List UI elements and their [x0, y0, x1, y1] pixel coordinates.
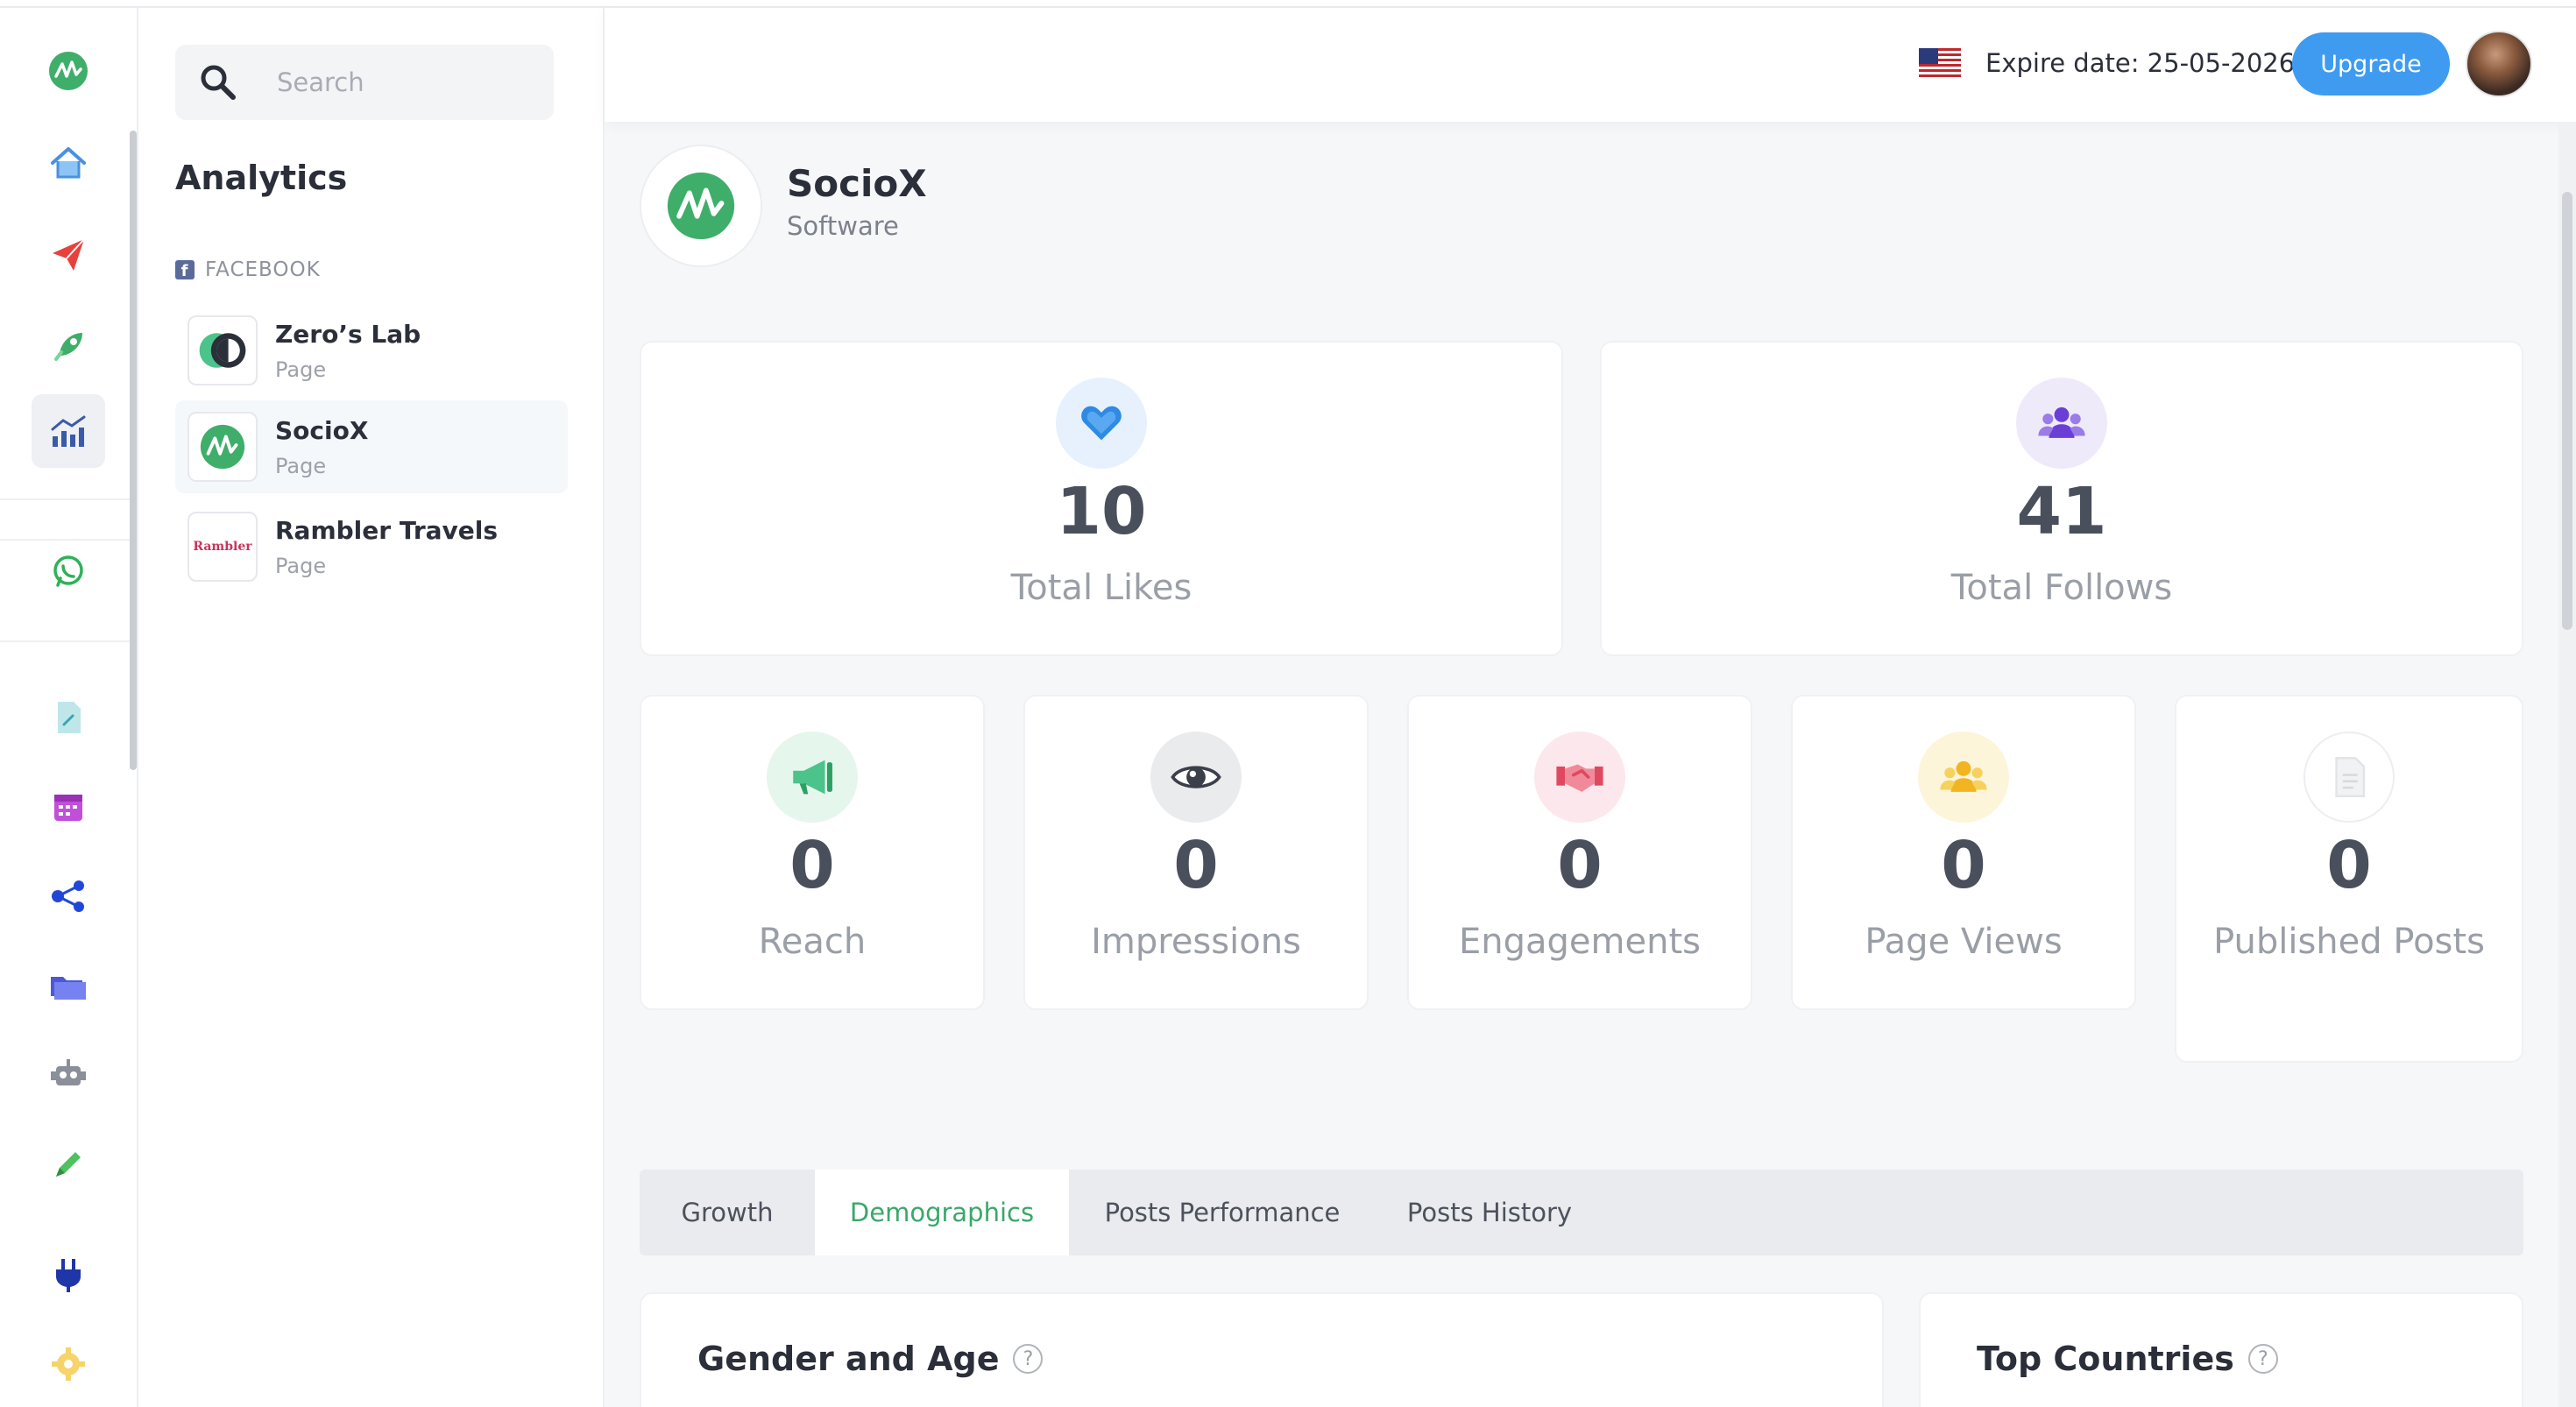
heart-icon: [1056, 378, 1147, 469]
search-icon: [201, 65, 236, 100]
pencil-icon[interactable]: [32, 1128, 105, 1201]
top-header: Expire date: 25-05-2026 Upgrade: [605, 8, 2576, 122]
zeros-lab-logo-icon: [188, 315, 258, 385]
stat-value: 0: [789, 828, 835, 903]
home-icon[interactable]: [32, 126, 105, 200]
sociox-logo-icon: [188, 412, 258, 482]
tab-demographics[interactable]: Demographics: [815, 1170, 1069, 1255]
stat-card-total-likes: 10 Total Likes: [640, 341, 1563, 656]
account-type: Page: [275, 357, 327, 382]
rambler-logo: Rambler: [188, 512, 258, 582]
folder-icon[interactable]: [32, 949, 105, 1022]
stat-card-engagements: 0 Engagements: [1407, 695, 1752, 1010]
account-type: Page: [275, 553, 327, 578]
users-icon: [2016, 378, 2107, 469]
main-content: Expire date: 25-05-2026 Upgrade SocioX S…: [605, 8, 2576, 1407]
top-countries-card: Top Countries?: [1919, 1292, 2523, 1407]
search-input[interactable]: Search: [277, 67, 364, 97]
share-icon[interactable]: [32, 859, 105, 933]
page-title: Analytics: [175, 159, 348, 197]
account-sociox[interactable]: SocioX Page: [175, 400, 568, 493]
stat-card-reach: 0 Reach: [640, 695, 985, 1010]
analytics-tabs: Growth Demographics Posts Performance Po…: [640, 1170, 2523, 1255]
accounts-panel: Search Analytics f FACEBOOK Zero’s Lab P…: [138, 8, 605, 1407]
stat-card-impressions: 0 Impressions: [1023, 695, 1369, 1010]
user-avatar[interactable]: [2466, 31, 2532, 97]
stat-label: Impressions: [1091, 922, 1301, 962]
app-root: Search Analytics f FACEBOOK Zero’s Lab P…: [0, 0, 2576, 1407]
main-scrollbar[interactable]: [2558, 122, 2576, 1407]
top-border: [0, 0, 2576, 8]
rambler-logo-text: Rambler: [193, 540, 252, 554]
stat-label: Page Views: [1865, 922, 2063, 962]
account-type: Page: [275, 453, 327, 478]
megaphone-icon: [767, 732, 858, 823]
group-icon: [1918, 732, 2009, 823]
gender-age-card: Gender and Age?: [640, 1292, 1884, 1407]
icon-rail: [0, 8, 138, 1407]
rail-divider: [0, 640, 130, 642]
stat-value: 0: [2326, 828, 2372, 903]
file-icon[interactable]: [32, 681, 105, 754]
us-flag-icon[interactable]: [1919, 48, 1961, 80]
stat-label: Engagements: [1459, 922, 1701, 962]
stat-label: Published Posts: [2213, 922, 2485, 962]
account-name: SocioX: [275, 415, 369, 445]
tab-posts-performance[interactable]: Posts Performance: [1086, 1170, 1358, 1255]
send-icon[interactable]: [32, 218, 105, 292]
tab-growth[interactable]: Growth: [640, 1170, 815, 1255]
account-rambler-travels[interactable]: Rambler Rambler Travels Page: [175, 500, 568, 593]
app-logo-icon[interactable]: [32, 34, 105, 108]
tab-posts-history[interactable]: Posts History: [1376, 1170, 1603, 1255]
gear-icon[interactable]: [32, 1327, 105, 1401]
stat-label: Total Likes: [1010, 568, 1192, 608]
robot-icon[interactable]: [32, 1038, 105, 1112]
stat-value: 10: [1056, 474, 1147, 549]
stat-value: 0: [1557, 828, 1603, 903]
analytics-icon[interactable]: [32, 394, 105, 468]
stat-card-total-follows: 41 Total Follows: [1600, 341, 2523, 656]
account-name: Zero’s Lab: [275, 319, 421, 349]
rail-scrollbar[interactable]: [130, 131, 137, 770]
rocket-icon[interactable]: [32, 310, 105, 384]
stat-label: Total Follows: [1950, 568, 2173, 608]
help-icon[interactable]: ?: [2247, 1344, 2278, 1374]
upgrade-button[interactable]: Upgrade: [2292, 32, 2450, 95]
brand-logo-icon: [640, 145, 762, 267]
handshake-icon: [1534, 732, 1625, 823]
brand-name: SocioX: [787, 162, 927, 205]
plug-icon[interactable]: [32, 1238, 105, 1312]
calendar-icon[interactable]: [32, 770, 105, 844]
section-facebook: f FACEBOOK: [175, 258, 321, 281]
account-name: Rambler Travels: [275, 515, 499, 545]
section-title: Gender and Age: [697, 1340, 1000, 1378]
account-zeros-lab[interactable]: Zero’s Lab Page: [175, 304, 568, 397]
stat-value: 0: [1173, 828, 1219, 903]
section-label: FACEBOOK: [205, 258, 321, 281]
stat-label: Reach: [758, 922, 867, 962]
stat-value: 0: [1941, 828, 1986, 903]
stat-card-page-views: 0 Page Views: [1791, 695, 2136, 1010]
help-icon[interactable]: ?: [1013, 1344, 1044, 1374]
section-title: Top Countries: [1977, 1340, 2234, 1378]
stat-value: 41: [2016, 474, 2107, 549]
scrollbar-thumb[interactable]: [2562, 192, 2572, 630]
brand-category: Software: [787, 211, 899, 241]
facebook-icon: f: [175, 260, 195, 279]
stat-card-published-posts: 0 Published Posts: [2175, 695, 2523, 1063]
rail-divider: [0, 498, 130, 500]
document-icon: [2304, 732, 2395, 823]
eye-icon: [1150, 732, 1242, 823]
expire-date: Expire date: 25-05-2026: [1985, 48, 2296, 78]
search-box[interactable]: Search: [175, 45, 554, 120]
whatsapp-icon[interactable]: [32, 534, 105, 608]
